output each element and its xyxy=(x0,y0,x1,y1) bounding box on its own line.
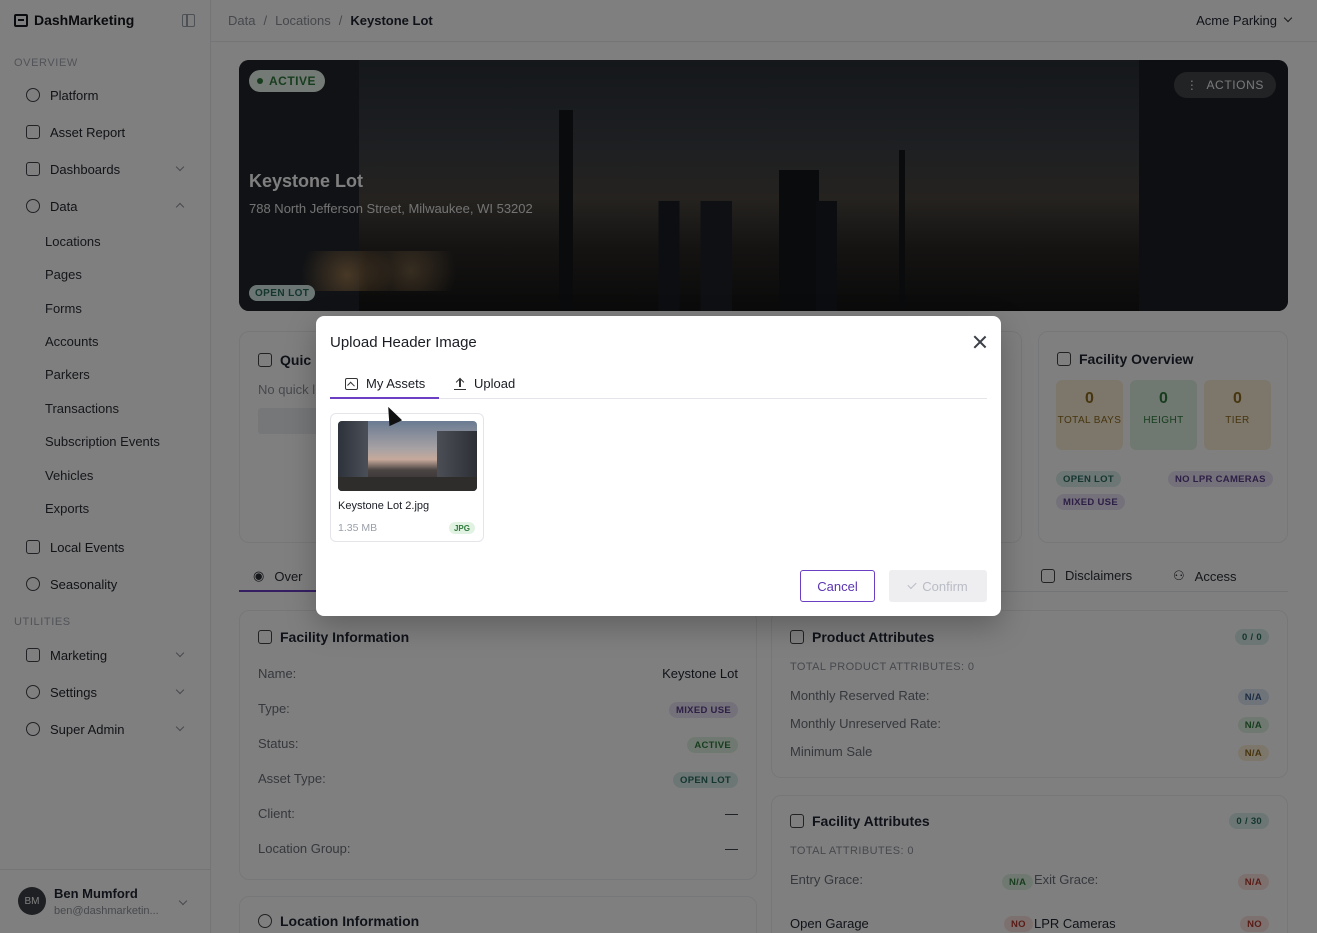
asset-thumbnail xyxy=(338,421,477,491)
close-icon[interactable] xyxy=(973,335,987,349)
tab-upload[interactable]: Upload xyxy=(454,376,515,391)
confirm-button[interactable]: Confirm xyxy=(889,570,987,602)
tab-label: My Assets xyxy=(366,376,426,391)
upload-icon xyxy=(454,378,466,390)
asset-size: 1.35 MB xyxy=(338,522,378,534)
confirm-label: Confirm xyxy=(922,578,968,594)
tab-my-assets[interactable]: My Assets xyxy=(345,376,425,391)
dialog-title: Upload Header Image xyxy=(330,334,477,351)
asset-name: Keystone Lot 2.jpg xyxy=(338,500,430,512)
cancel-button[interactable]: Cancel xyxy=(800,570,875,602)
image-icon xyxy=(345,377,358,390)
upload-header-image-dialog: Upload Header Image My Assets Upload Key… xyxy=(316,316,1001,616)
thumbnail-road xyxy=(338,477,477,491)
asset-type-badge: JPG xyxy=(448,522,475,534)
tab-active-indicator xyxy=(330,397,439,399)
dialog-tabs: My Assets Upload xyxy=(330,368,987,399)
tab-label: Upload xyxy=(474,376,516,391)
check-icon xyxy=(907,579,917,590)
asset-card[interactable]: Keystone Lot 2.jpg 1.35 MB JPG xyxy=(330,413,484,542)
